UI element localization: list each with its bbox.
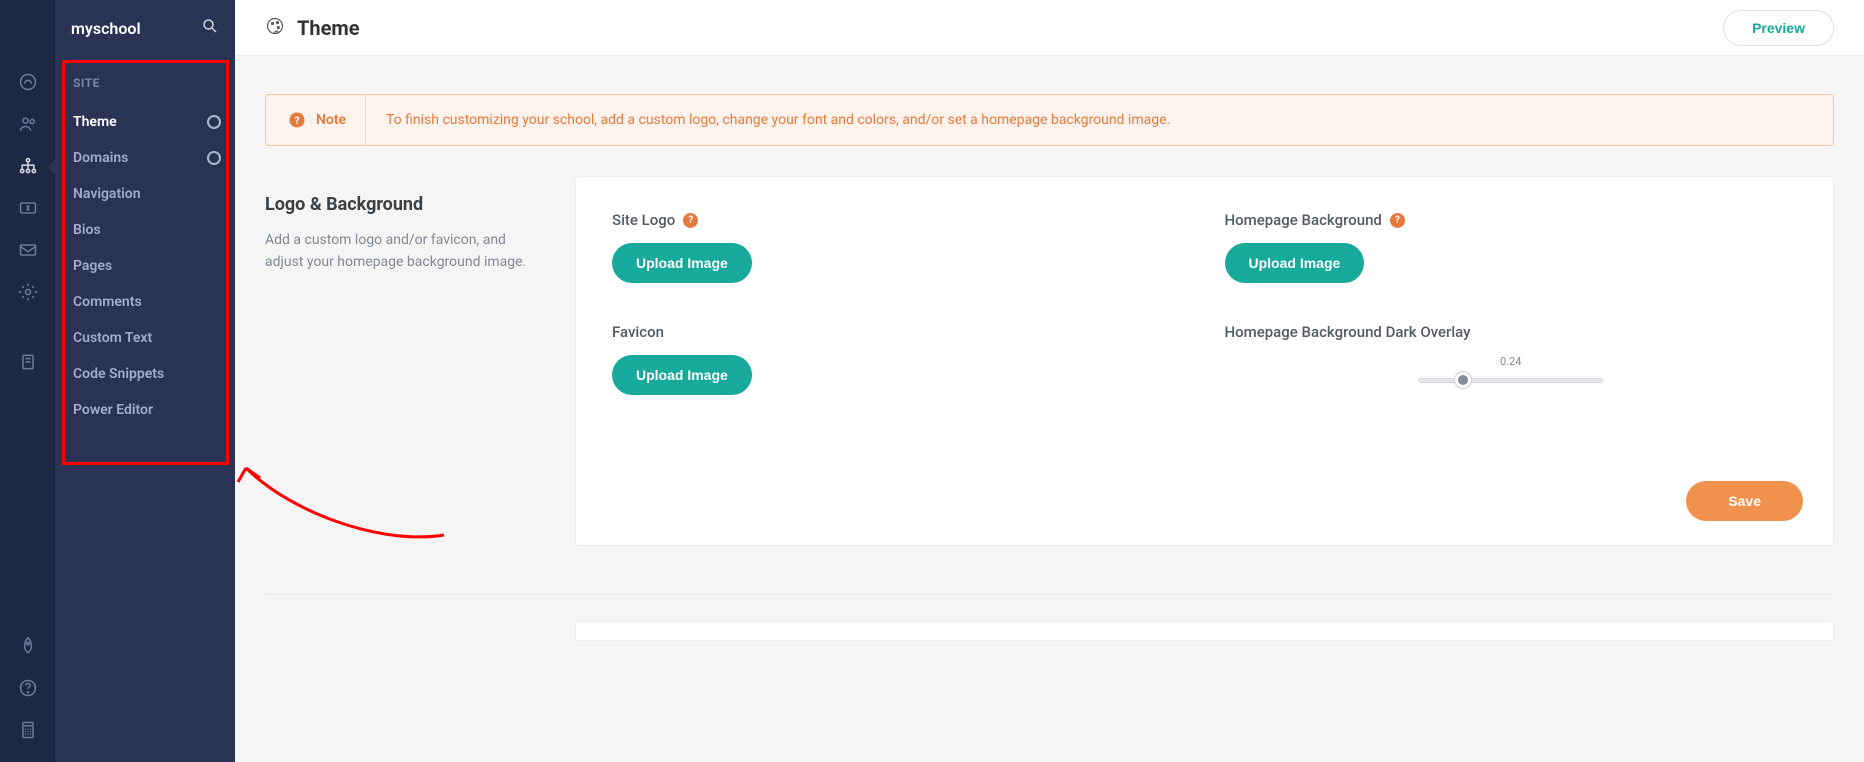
sidebar-item-label: Custom Text bbox=[73, 330, 152, 346]
sidebar-item-label: Domains bbox=[73, 150, 128, 166]
sidebar-item-label: Theme bbox=[73, 114, 117, 130]
note-help-icon: ? bbox=[288, 111, 306, 129]
settings-icon[interactable] bbox=[8, 272, 48, 312]
section-divider bbox=[265, 594, 1834, 595]
status-ring-icon bbox=[207, 115, 221, 129]
logo-background-card: Site Logo? Upload Image Homepage Backgro… bbox=[575, 176, 1834, 546]
sidebar-item-label: Comments bbox=[73, 294, 142, 310]
launch-icon[interactable] bbox=[8, 626, 48, 666]
sidebar-item-label: Pages bbox=[73, 258, 112, 274]
top-header: Theme Preview bbox=[235, 0, 1864, 56]
field-overlay: Homepage Background Dark Overlay 0.24 bbox=[1225, 323, 1798, 395]
field-label: Homepage Background Dark Overlay bbox=[1225, 323, 1471, 341]
brand-row: myschool bbox=[55, 0, 235, 56]
sidebar-item-comments[interactable]: Comments bbox=[69, 284, 235, 320]
search-icon[interactable] bbox=[201, 17, 219, 39]
upload-homepage-bg-button[interactable]: Upload Image bbox=[1225, 243, 1365, 283]
section-description: Logo & Background Add a custom logo and/… bbox=[265, 176, 545, 546]
field-site-logo: Site Logo? Upload Image bbox=[612, 211, 1185, 283]
upload-favicon-button[interactable]: Upload Image bbox=[612, 355, 752, 395]
section-desc: Add a custom logo and/or favicon, and ad… bbox=[265, 229, 545, 274]
sidebar-item-label: Power Editor bbox=[73, 402, 153, 418]
content-area: ? Note To finish customizing your school… bbox=[235, 56, 1864, 762]
sidebar-section-header: SITE bbox=[73, 76, 231, 90]
secondary-sidebar: myschool SITE Theme Domains Navigation B… bbox=[55, 0, 235, 762]
help-icon[interactable]: ? bbox=[1390, 213, 1405, 228]
help-icon[interactable]: ? bbox=[683, 213, 698, 228]
users-icon[interactable] bbox=[8, 104, 48, 144]
slider-thumb[interactable] bbox=[1455, 372, 1471, 388]
help-icon[interactable] bbox=[8, 668, 48, 708]
svg-text:?: ? bbox=[294, 114, 299, 127]
upload-site-logo-button[interactable]: Upload Image bbox=[612, 243, 752, 283]
overlay-slider-value: 0.24 bbox=[1225, 355, 1798, 368]
dashboard-icon[interactable] bbox=[8, 62, 48, 102]
status-ring-icon bbox=[207, 151, 221, 165]
sidebar-item-power-editor[interactable]: Power Editor bbox=[69, 392, 235, 428]
sidebar-item-navigation[interactable]: Navigation bbox=[69, 176, 235, 212]
sidebar-list: SITE Theme Domains Navigation Bios Pages… bbox=[55, 56, 235, 438]
billing-icon[interactable] bbox=[8, 188, 48, 228]
field-favicon: Favicon Upload Image bbox=[612, 323, 1185, 395]
slider-track bbox=[1418, 378, 1603, 383]
field-label: Homepage Background bbox=[1225, 211, 1382, 229]
preview-button[interactable]: Preview bbox=[1723, 10, 1834, 46]
sidebar-item-custom-text[interactable]: Custom Text bbox=[69, 320, 235, 356]
sidebar-item-bios[interactable]: Bios bbox=[69, 212, 235, 248]
site-icon[interactable] bbox=[8, 146, 48, 186]
note-banner: ? Note To finish customizing your school… bbox=[265, 94, 1834, 146]
email-icon[interactable] bbox=[8, 230, 48, 270]
save-button[interactable]: Save bbox=[1686, 481, 1803, 521]
note-label: Note bbox=[316, 112, 346, 128]
note-label-wrap: ? Note bbox=[266, 95, 366, 145]
sidebar-item-label: Navigation bbox=[73, 186, 141, 202]
docs-icon[interactable] bbox=[8, 342, 48, 382]
sidebar-item-domains[interactable]: Domains bbox=[69, 140, 235, 176]
field-label: Site Logo bbox=[612, 211, 675, 229]
icon-sidebar bbox=[0, 0, 55, 762]
note-text: To finish customizing your school, add a… bbox=[366, 95, 1170, 145]
page-title: Theme bbox=[297, 16, 360, 40]
sidebar-item-code-snippets[interactable]: Code Snippets bbox=[69, 356, 235, 392]
overlay-slider[interactable] bbox=[1418, 372, 1603, 388]
sidebar-item-theme[interactable]: Theme bbox=[69, 104, 235, 140]
next-card-peek bbox=[575, 621, 1834, 641]
sidebar-item-label: Code Snippets bbox=[73, 366, 164, 382]
theme-icon bbox=[265, 16, 285, 40]
section-title: Logo & Background bbox=[265, 194, 545, 215]
field-homepage-bg: Homepage Background? Upload Image bbox=[1225, 211, 1798, 283]
sidebar-item-label: Bios bbox=[73, 222, 101, 238]
calculator-icon[interactable] bbox=[8, 710, 48, 750]
brand-name: myschool bbox=[71, 19, 141, 38]
field-label: Favicon bbox=[612, 323, 664, 341]
sidebar-item-pages[interactable]: Pages bbox=[69, 248, 235, 284]
